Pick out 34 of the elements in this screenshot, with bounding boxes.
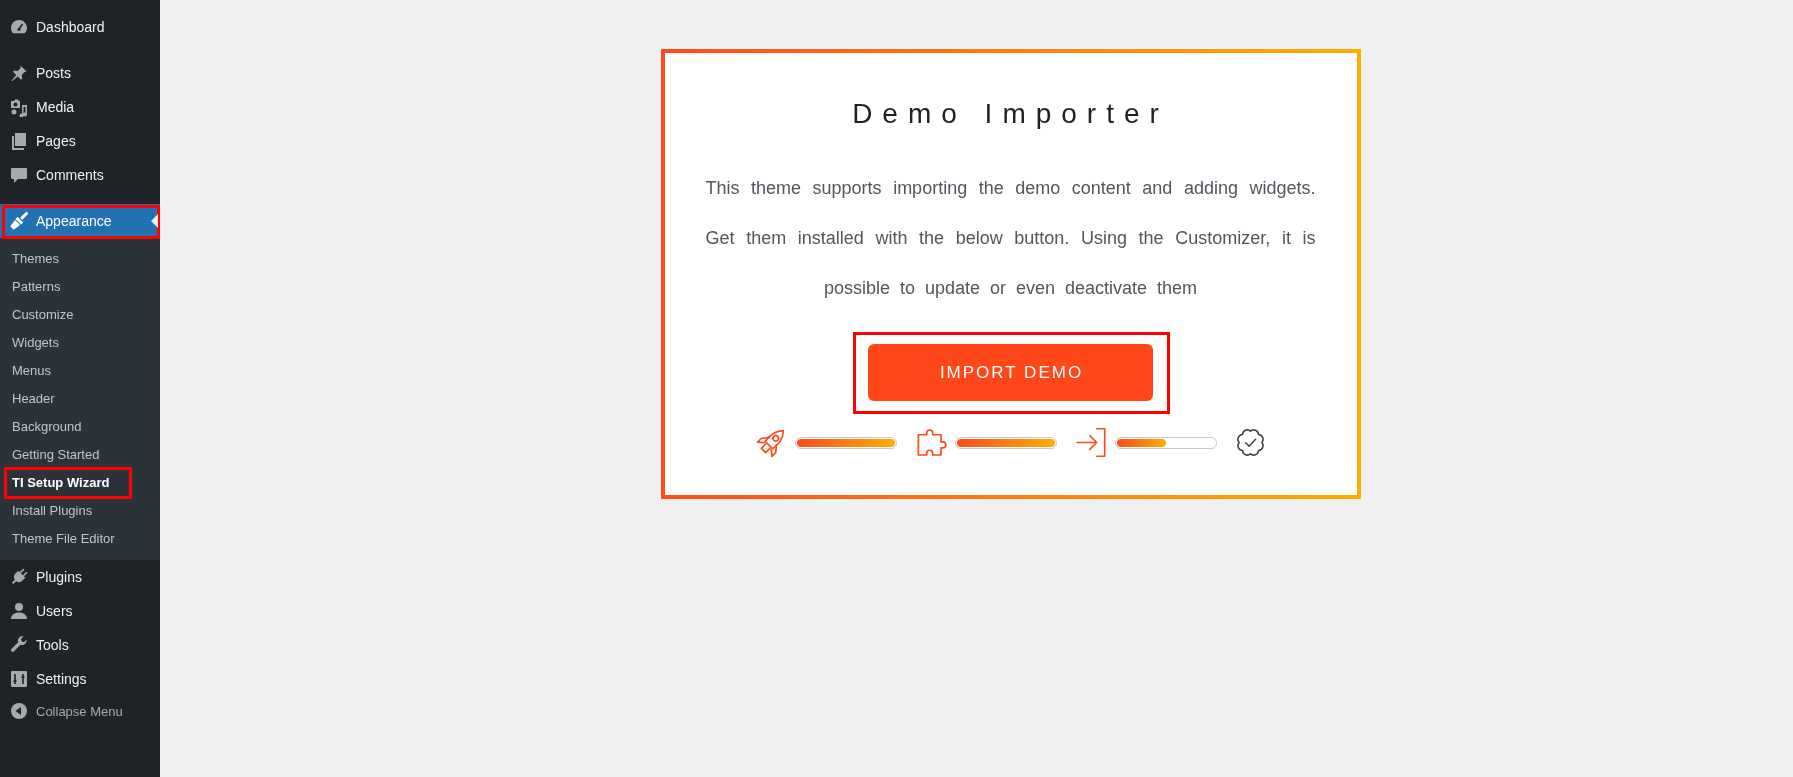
user-icon [9, 601, 29, 621]
submenu-item[interactable]: TI Setup Wizard [0, 469, 160, 497]
menu-item[interactable]: Comments [0, 158, 160, 192]
menu-item[interactable]: Appearance [0, 204, 160, 238]
pages-icon [9, 131, 29, 151]
menu-item[interactable]: Posts [0, 56, 160, 90]
menu-item[interactable]: Dashboard [0, 10, 160, 44]
submenu-item[interactable]: Background [0, 413, 160, 441]
submenu-item[interactable]: Install Plugins [0, 497, 160, 525]
speech-bubble-icon [9, 165, 29, 185]
collapse-menu-button[interactable]: Collapse Menu [0, 696, 160, 726]
menu-item[interactable]: Plugins [0, 560, 160, 594]
submenu-item[interactable]: Customize [0, 301, 160, 329]
pointer-icon [151, 214, 158, 228]
submenu-item[interactable]: Theme File Editor [0, 525, 160, 553]
submenu-item[interactable]: Patterns [0, 273, 160, 301]
submenu-item[interactable]: Header [0, 385, 160, 413]
card-title: Demo Importer [852, 97, 1169, 131]
submenu-item[interactable]: Menus [0, 357, 160, 385]
menu-item[interactable]: Pages [0, 124, 160, 158]
pushpin-icon [9, 63, 29, 83]
description-text: This theme supports importing the demo content and adding widgets. Get them installed with the below button. Using the Customizer, it is possible to update or even deactivate them [705, 177, 1316, 300]
submenu-item[interactable]: Getting Started [0, 441, 160, 469]
submenu-item[interactable]: Widgets [0, 329, 160, 357]
submenu-item[interactable]: Themes [0, 245, 160, 273]
menu-item[interactable]: Media [0, 90, 160, 124]
wrench-icon [9, 635, 29, 655]
menu-item[interactable]: Users [0, 594, 160, 628]
plug-icon [9, 567, 29, 587]
paintbrush-icon [9, 211, 29, 231]
menu-item[interactable]: Tools [0, 628, 160, 662]
sliders-icon [9, 669, 29, 689]
camera-music-icon [9, 97, 29, 117]
menu-item[interactable]: Settings [0, 662, 160, 696]
